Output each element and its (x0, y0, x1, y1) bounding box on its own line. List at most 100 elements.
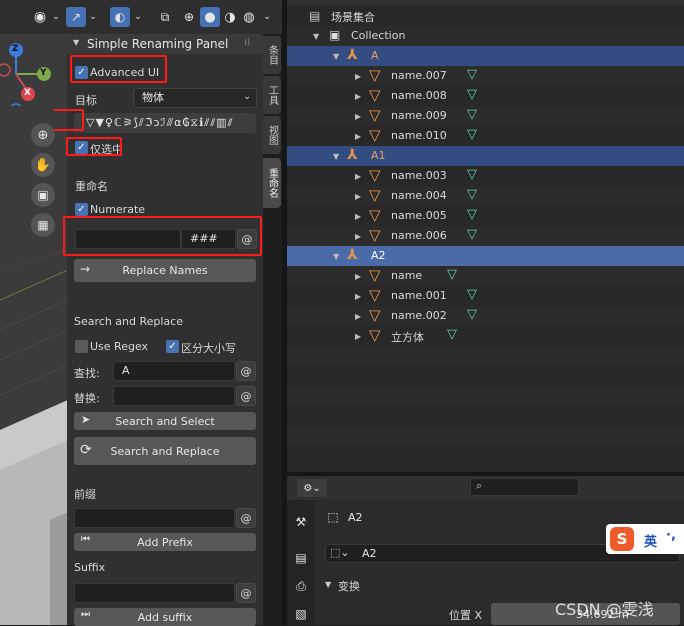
target-dropdown[interactable]: 物体 (133, 88, 257, 108)
use-regex-checkbox[interactable] (75, 340, 88, 353)
mesh-data-icon[interactable]: ▽ (467, 307, 477, 322)
tool-settings-icon[interactable]: ⚒ (291, 512, 311, 532)
outliner-row-name.003[interactable]: ▶ ▽ name.003 ▽ (287, 166, 684, 186)
expand-triangle-icon[interactable]: ▶ (355, 212, 361, 221)
outliner-row-name[interactable]: ▶ ▽ name ▽ (287, 266, 684, 286)
properties-search-input[interactable]: ⌕ (470, 478, 579, 496)
expand-triangle-icon[interactable]: ▶ (355, 232, 361, 241)
prefix-input[interactable] (74, 508, 235, 528)
add-prefix-button[interactable]: ⏮ Add Prefix (74, 533, 256, 551)
outliner-row-label: 场景集合 (331, 11, 375, 24)
outliner-row-name.005[interactable]: ▶ ▽ name.005 ▽ (287, 206, 684, 226)
tab-item[interactable]: 条目 (263, 36, 281, 74)
object-type-filter-row[interactable]: ▽▼♀ℂ⚞⟆⫽ℑↄℐ⫻α₲⧖ℹ⫽⫽▥⫽ (74, 113, 256, 133)
outliner-row-name.008[interactable]: ▶ ▽ name.008 ▽ (287, 86, 684, 106)
expand-triangle-icon[interactable]: ▶ (355, 92, 361, 101)
pan-hand-icon[interactable]: ✋ (31, 153, 55, 177)
find-at-button[interactable]: @ (236, 361, 256, 381)
expand-triangle-icon[interactable]: ▶ (355, 272, 361, 281)
visibility-eye-icon[interactable]: ◉ (30, 8, 50, 26)
mesh-data-icon[interactable]: ▽ (447, 327, 457, 342)
material-shading-icon[interactable]: ◑ (221, 8, 239, 26)
outliner-row-name.007[interactable]: ▶ ▽ name.007 ▽ (287, 66, 684, 86)
expand-triangle-icon[interactable]: ▼ (333, 252, 339, 261)
suffix-at-button[interactable]: @ (236, 583, 256, 603)
outliner-row-name.001[interactable]: ▶ ▽ name.001 ▽ (287, 286, 684, 306)
collapse-triangle-icon[interactable]: ▼ (73, 38, 79, 47)
mesh-data-icon[interactable]: ▽ (467, 167, 477, 182)
gizmo-toggle-icon[interactable]: ↗ (66, 7, 86, 27)
expand-triangle-icon[interactable]: ▼ (333, 152, 339, 161)
chevron-down-icon[interactable]: ⌄ (261, 10, 273, 24)
chevron-down-icon[interactable]: ⌄ (87, 10, 99, 24)
outliner-row-name.009[interactable]: ▶ ▽ name.009 ▽ (287, 106, 684, 126)
xray-toggle-icon[interactable]: ⧉ (156, 8, 174, 26)
outliner-row-label: name (391, 269, 423, 282)
navigation-gizmo[interactable] (0, 38, 68, 106)
outliner-row-A[interactable]: ▼ ⅄ A (287, 46, 684, 66)
overlay-toggle-icon[interactable]: ◐ (110, 7, 130, 27)
numerate-checkbox[interactable]: ✓ (75, 203, 88, 216)
expand-triangle-icon[interactable]: ▶ (355, 332, 361, 341)
drag-handle-icon[interactable]: ⁞⁞ (244, 37, 250, 48)
add-suffix-button[interactable]: ⏭ Add suffix (74, 608, 256, 626)
replace-at-button[interactable]: @ (236, 386, 256, 406)
case-sensitive-checkbox[interactable]: ✓ (166, 340, 179, 353)
mesh-data-icon[interactable]: ▽ (467, 207, 477, 222)
mesh-data-icon[interactable]: ▽ (467, 87, 477, 102)
mesh-data-icon[interactable]: ▽ (467, 67, 477, 82)
render-settings-icon[interactable]: ▤ (291, 548, 311, 568)
mesh-data-icon[interactable]: ▽ (467, 107, 477, 122)
location-x-label: 位置 X (449, 609, 483, 622)
expand-triangle-icon[interactable]: ▶ (355, 292, 361, 301)
outliner-row-collection[interactable]: ▼ ▣ Collection (287, 26, 684, 46)
replace-names-button[interactable]: → Replace Names (74, 259, 256, 282)
expand-triangle-icon[interactable]: ▶ (355, 312, 361, 321)
outliner-row-立方体[interactable]: ▶ ▽ 立方体 ▽ (287, 326, 684, 346)
mesh-data-icon[interactable]: ▽ (467, 187, 477, 202)
mesh-data-icon[interactable]: ▽ (467, 287, 477, 302)
ime-indicator[interactable]: S 英 ·, (606, 524, 684, 554)
search-select-label: Search and Select (115, 414, 215, 428)
view-layer-icon[interactable]: ▧ (291, 604, 311, 624)
expand-triangle-icon[interactable]: ▶ (355, 192, 361, 201)
outliner-row-A1[interactable]: ▼ ⅄ A1 (287, 146, 684, 166)
wireframe-shading-icon[interactable]: ⊕ (180, 8, 198, 26)
solid-shading-icon[interactable]: ● (200, 7, 220, 27)
outliner-row-name.002[interactable]: ▶ ▽ name.002 ▽ (287, 306, 684, 326)
editor-type-icon[interactable]: ⚙⌄ (297, 479, 327, 497)
search-select-button[interactable]: ➤ Search and Select (74, 412, 256, 430)
zoom-icon[interactable]: ⊕ (31, 123, 55, 147)
expand-triangle-icon[interactable]: ▶ (355, 172, 361, 181)
expand-triangle-icon[interactable]: ▶ (355, 112, 361, 121)
outliner-row-A2[interactable]: ▼ ⅄ A2 (287, 246, 684, 266)
mesh-data-icon[interactable]: ▽ (467, 127, 477, 142)
find-input[interactable]: A (113, 361, 235, 381)
output-settings-icon[interactable]: ⎙ (291, 576, 311, 596)
chevron-down-icon[interactable]: ⌄ (50, 10, 62, 24)
transform-collapse-icon[interactable]: ▼ (325, 580, 331, 589)
suffix-input[interactable] (74, 583, 235, 603)
tab-view[interactable]: 视图 (263, 116, 281, 154)
mesh-data-icon[interactable]: ▽ (467, 227, 477, 242)
prefix-icon: ⏮ (81, 534, 90, 545)
prefix-at-button[interactable]: @ (236, 508, 256, 528)
expand-triangle-icon[interactable]: ▼ (333, 52, 339, 61)
chevron-down-icon[interactable]: ⌄ (132, 10, 144, 24)
rendered-shading-icon[interactable]: ◍ (240, 8, 258, 26)
outliner-row-name.006[interactable]: ▶ ▽ name.006 ▽ (287, 226, 684, 246)
highlight-advanced-ui (70, 55, 167, 83)
expand-triangle-icon[interactable]: ▶ (355, 72, 361, 81)
replace-input[interactable] (113, 386, 235, 406)
camera-icon[interactable]: ▣ (31, 183, 55, 207)
outliner-row-name.004[interactable]: ▶ ▽ name.004 ▽ (287, 186, 684, 206)
search-replace-button[interactable]: ⟳ Search and Replace (74, 437, 256, 465)
outliner-row-name.010[interactable]: ▶ ▽ name.010 ▽ (287, 126, 684, 146)
tab-tool[interactable]: 工具 (263, 76, 281, 114)
outliner-row-scene-collection[interactable]: ▤ 场景集合 (287, 6, 684, 26)
grid-view-icon[interactable]: ▦ (31, 213, 55, 237)
expand-triangle-icon[interactable]: ▼ (313, 32, 319, 41)
mesh-data-icon[interactable]: ▽ (447, 267, 457, 282)
expand-triangle-icon[interactable]: ▶ (355, 132, 361, 141)
tab-rename[interactable]: 重命名 (263, 158, 281, 208)
